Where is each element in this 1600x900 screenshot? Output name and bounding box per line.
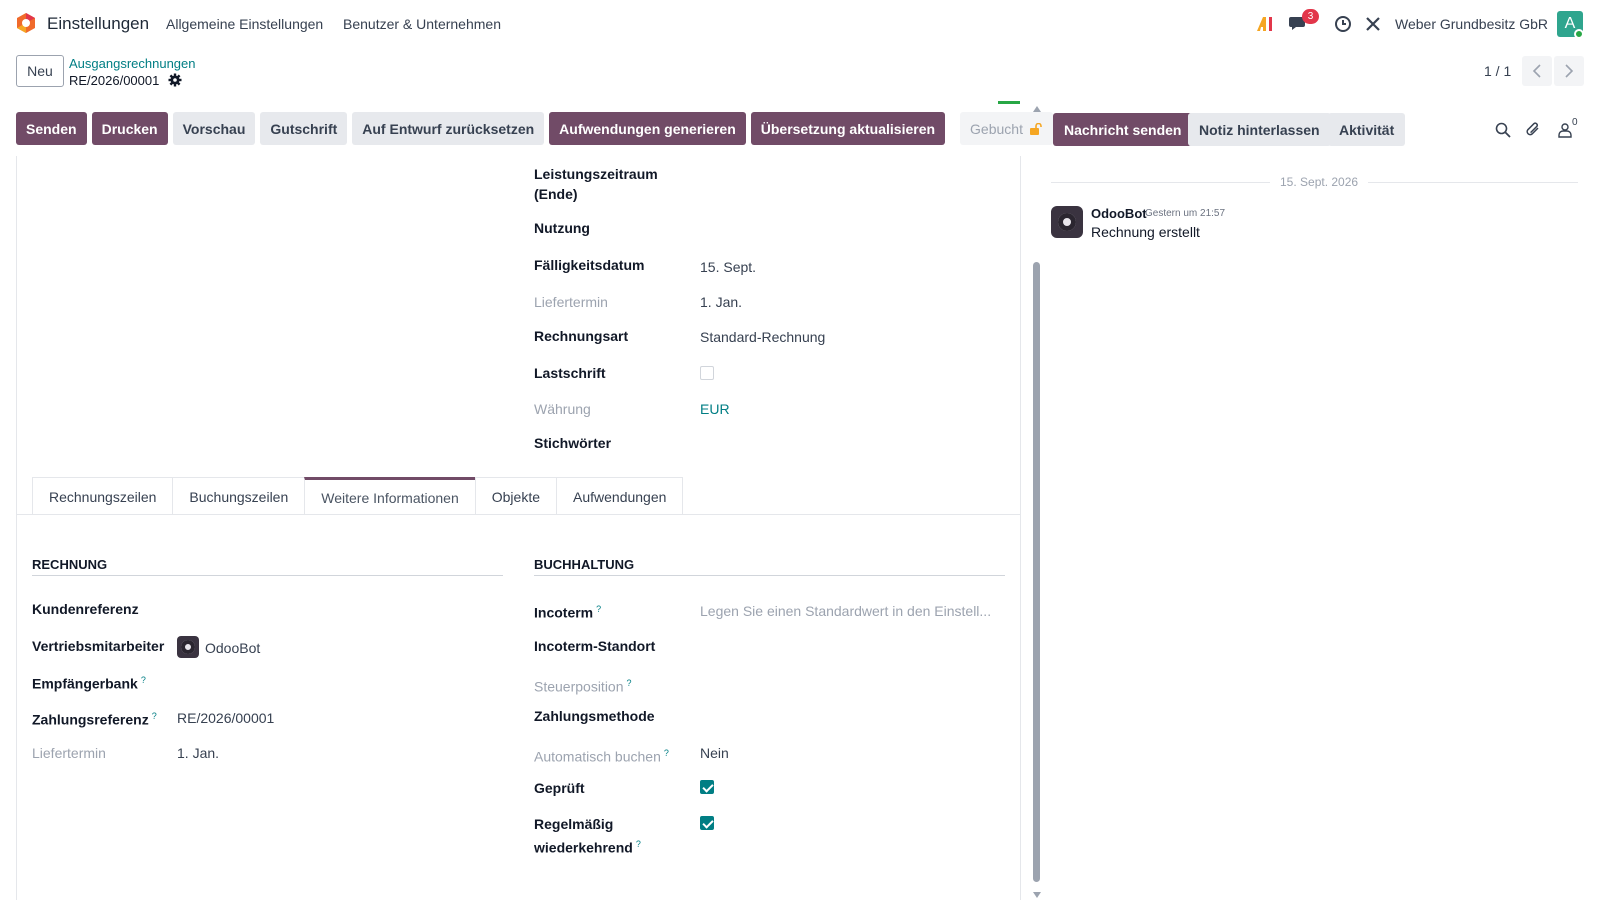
- field-label-stichwoerter: Stichwörter: [534, 435, 612, 451]
- print-button[interactable]: Drucken: [91, 112, 168, 145]
- field-label-waehrung: Währung: [534, 401, 591, 417]
- section-title-buchhaltung: BUCHHALTUNG: [534, 557, 635, 572]
- scrollbar-thumb[interactable]: [1033, 262, 1040, 882]
- field-label-leistungszeitraum: Leistungszeitraum (Ende): [534, 166, 658, 202]
- breadcrumb-parent[interactable]: Ausgangsrechnungen: [69, 56, 196, 71]
- field-rechnungsart[interactable]: Standard-Rechnung: [700, 327, 825, 347]
- reset-to-draft-button[interactable]: Auf Entwurf zurücksetzen: [352, 112, 545, 145]
- help-icon: ?: [140, 675, 146, 685]
- field-label-geprueft: Geprüft: [534, 780, 585, 796]
- messages-badge: 3: [1302, 9, 1319, 24]
- geprueft-checkbox[interactable]: [700, 780, 714, 794]
- field-zahlungsreferenz[interactable]: RE/2026/00001: [177, 708, 274, 728]
- message-author-avatar[interactable]: [1051, 206, 1083, 238]
- app-logo-icon[interactable]: [15, 12, 37, 34]
- notebook-tabs: Rechnungszeilen Buchungszeilen Weitere I…: [32, 477, 684, 515]
- field-label-incoterm-standort: Incoterm-Standort: [534, 638, 656, 654]
- date-separator: 15. Sept. 2026: [1270, 175, 1369, 189]
- followers-count: 0: [1572, 117, 1578, 128]
- preview-button[interactable]: Vorschau: [172, 112, 256, 145]
- update-translation-button[interactable]: Übersetzung aktualisieren: [750, 112, 946, 145]
- field-label-steuerposition: Steuerposition?: [534, 678, 632, 695]
- field-waehrung[interactable]: EUR: [700, 399, 730, 419]
- regelmaessig-checkbox[interactable]: [700, 816, 714, 830]
- field-vertriebsmitarbeiter[interactable]: OdooBot: [205, 638, 260, 658]
- send-message-button[interactable]: Nachricht senden: [1053, 113, 1193, 146]
- pager-previous-button[interactable]: [1522, 56, 1552, 86]
- field-faelligkeitsdatum[interactable]: 15. Sept.: [700, 257, 756, 277]
- field-label-liefertermin: Liefertermin: [534, 294, 608, 310]
- menu-benutzer-unternehmen[interactable]: Benutzer & Unternehmen: [343, 16, 501, 32]
- section-divider-buchhaltung: [534, 575, 1005, 576]
- field-label-nutzung: Nutzung: [534, 220, 590, 236]
- status-indicator: [998, 101, 1020, 104]
- field-label-lastschrift: Lastschrift: [534, 365, 606, 381]
- breadcrumb-current: RE/2026/00001: [69, 73, 160, 88]
- chevron-left-icon: [1532, 64, 1541, 78]
- ai-icon[interactable]: [1254, 13, 1276, 35]
- top-navbar: Einstellungen Allgemeine Einstellungen B…: [0, 0, 1600, 48]
- credit-note-button[interactable]: Gutschrift: [260, 112, 348, 145]
- activity-button[interactable]: Aktivität: [1328, 113, 1406, 146]
- field-label-liefertermin-2: Liefertermin: [32, 745, 106, 761]
- menu-allgemeine-einstellungen[interactable]: Allgemeine Einstellungen: [166, 16, 323, 32]
- tools-icon[interactable]: [1362, 13, 1384, 35]
- company-switcher[interactable]: Weber Grundbesitz GbR: [1395, 16, 1548, 32]
- statusbar: Senden Drucken Vorschau Gutschrift Auf E…: [16, 112, 1053, 146]
- field-liefertermin[interactable]: 1. Jan.: [700, 292, 742, 312]
- chevron-right-icon: [1565, 64, 1574, 78]
- help-icon: ?: [596, 604, 602, 614]
- lastschrift-checkbox[interactable]: [700, 366, 714, 380]
- pager-value[interactable]: 1 / 1: [1484, 63, 1511, 79]
- tab-rechnungszeilen[interactable]: Rechnungszeilen: [32, 477, 174, 515]
- state-label: Gebucht: [970, 120, 1023, 137]
- section-divider-rechnung: [32, 575, 503, 576]
- incoterm-input[interactable]: Legen Sie einen Standardwert in den Eins…: [700, 601, 991, 621]
- field-label-rechnungsart: Rechnungsart: [534, 328, 629, 344]
- salesperson-avatar: [177, 636, 199, 658]
- field-label-vertriebsmitarbeiter: Vertriebsmitarbeiter: [32, 638, 165, 654]
- message-author[interactable]: OdooBot: [1091, 206, 1147, 221]
- app-title[interactable]: Einstellungen: [47, 14, 149, 34]
- help-icon: ?: [626, 678, 632, 688]
- tab-objekte[interactable]: Objekte: [474, 477, 557, 515]
- clock-icon[interactable]: [1332, 13, 1354, 35]
- tabs-divider: [16, 514, 1021, 515]
- tab-buchungszeilen[interactable]: Buchungszeilen: [172, 477, 306, 515]
- tab-aufwendungen[interactable]: Aufwendungen: [556, 477, 684, 515]
- field-liefertermin-2[interactable]: 1. Jan.: [177, 743, 219, 763]
- field-label-incoterm: Incoterm?: [534, 604, 602, 621]
- field-label-zahlungsmethode: Zahlungsmethode: [534, 708, 655, 724]
- message-timestamp: Gestern um 21:57: [1145, 208, 1226, 219]
- search-icon[interactable]: [1493, 120, 1513, 140]
- send-button[interactable]: Senden: [16, 112, 87, 145]
- message-body: Rechnung erstellt: [1091, 224, 1200, 240]
- help-icon: ?: [635, 839, 641, 849]
- field-label-automatisch-buchen: Automatisch buchen?: [534, 748, 669, 765]
- form-sheet: [16, 156, 1021, 900]
- log-note-button[interactable]: Notiz hinterlassen: [1188, 113, 1331, 146]
- tab-weitere-informationen[interactable]: Weitere Informationen: [304, 477, 476, 515]
- field-automatisch-buchen[interactable]: Nein: [700, 743, 729, 763]
- paperclip-icon[interactable]: [1523, 120, 1543, 140]
- field-label-regelmaessig: Regelmäßig wiederkehrend?: [534, 816, 641, 856]
- field-label-zahlungsreferenz: Zahlungsreferenz?: [32, 711, 157, 728]
- field-label-kundenreferenz: Kundenreferenz: [32, 601, 139, 617]
- online-status-dot: [1574, 29, 1584, 39]
- section-title-rechnung: RECHNUNG: [32, 557, 108, 572]
- gear-icon[interactable]: [168, 73, 182, 87]
- pager-next-button[interactable]: [1554, 56, 1584, 86]
- field-label-empfaengerbank: Empfängerbank?: [32, 675, 146, 692]
- scroll-up-arrow: [1033, 106, 1041, 112]
- scroll-down-arrow: [1033, 892, 1041, 898]
- help-icon: ?: [151, 711, 157, 721]
- help-icon: ?: [663, 748, 669, 758]
- field-label-faelligkeitsdatum: Fälligkeitsdatum: [534, 257, 645, 273]
- new-button[interactable]: Neu: [16, 55, 64, 87]
- generate-expenses-button[interactable]: Aufwendungen generieren: [549, 112, 746, 145]
